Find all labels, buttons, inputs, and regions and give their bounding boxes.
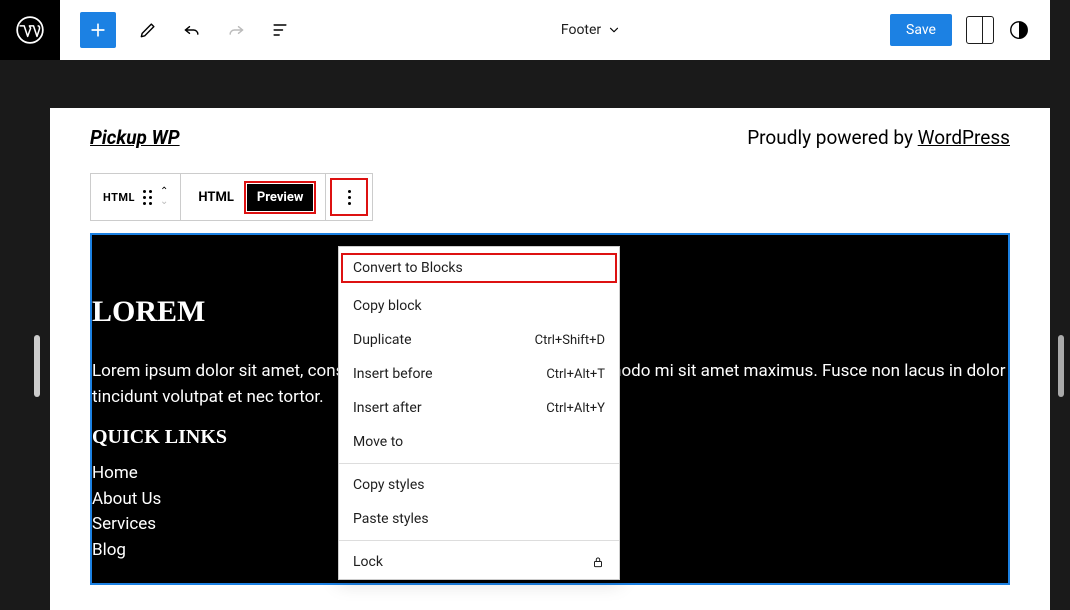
scrollbar-left[interactable] [34, 335, 40, 397]
view-mode-cell: HTML Preview [181, 174, 326, 220]
redo-icon [226, 20, 246, 40]
plus-icon [88, 20, 108, 40]
more-options-button[interactable] [326, 174, 372, 220]
redo-button[interactable] [224, 18, 248, 42]
site-title-link[interactable]: Pickup WP [90, 126, 180, 149]
menu-lock[interactable]: Lock [339, 545, 619, 579]
pencil-icon [138, 20, 158, 40]
template-header-row: Pickup WP Proudly powered by WordPress [90, 126, 1010, 149]
more-vertical-icon [348, 190, 351, 205]
top-toolbar: Footer Save [60, 0, 1050, 60]
html-mode-button[interactable]: HTML [193, 190, 238, 205]
move-down-button[interactable]: ⌄ [160, 197, 168, 207]
undo-button[interactable] [180, 18, 204, 42]
add-block-button[interactable] [80, 12, 116, 48]
powered-by-text: Proudly powered by WordPress [747, 126, 1010, 149]
tools-button[interactable] [136, 18, 160, 42]
template-title: Footer [561, 22, 601, 38]
half-circle-icon [1008, 19, 1030, 41]
block-type-label: HTML [103, 191, 135, 204]
scrollbar-right[interactable] [1058, 335, 1064, 397]
top-right-tools: Save [890, 14, 1030, 46]
menu-insert-after[interactable]: Insert after Ctrl+Alt+Y [339, 391, 619, 425]
block-mover: ⌃ ⌄ [160, 187, 168, 207]
menu-copy-styles[interactable]: Copy styles [339, 468, 619, 502]
lock-icon [591, 555, 605, 569]
block-type-cell[interactable]: HTML ⌃ ⌄ [91, 174, 181, 220]
menu-insert-before[interactable]: Insert before Ctrl+Alt+T [339, 357, 619, 391]
chevron-down-icon [607, 23, 621, 37]
block-options-menu: Convert to Blocks Copy block Duplicate C… [338, 246, 620, 580]
top-left-tools [80, 12, 292, 48]
settings-panel-button[interactable] [966, 16, 994, 44]
undo-icon [182, 20, 202, 40]
wordpress-link[interactable]: WordPress [918, 126, 1010, 149]
wp-logo-button[interactable] [0, 0, 60, 60]
menu-separator [339, 540, 619, 541]
menu-move-to[interactable]: Move to [339, 425, 619, 459]
menu-duplicate[interactable]: Duplicate Ctrl+Shift+D [339, 323, 619, 357]
styles-button[interactable] [1008, 19, 1030, 41]
template-selector[interactable]: Footer [561, 22, 621, 38]
wordpress-icon [16, 16, 44, 44]
menu-separator [339, 463, 619, 464]
menu-convert-to-blocks[interactable]: Convert to Blocks [339, 251, 619, 285]
menu-paste-styles[interactable]: Paste styles [339, 502, 619, 536]
list-view-button[interactable] [268, 18, 292, 42]
save-button[interactable]: Save [890, 14, 952, 46]
preview-mode-button[interactable]: Preview [247, 184, 314, 211]
drag-handle-icon[interactable] [143, 190, 152, 205]
block-toolbar: HTML ⌃ ⌄ HTML Preview [90, 173, 373, 221]
menu-copy-block[interactable]: Copy block [339, 289, 619, 323]
list-view-icon [270, 20, 290, 40]
